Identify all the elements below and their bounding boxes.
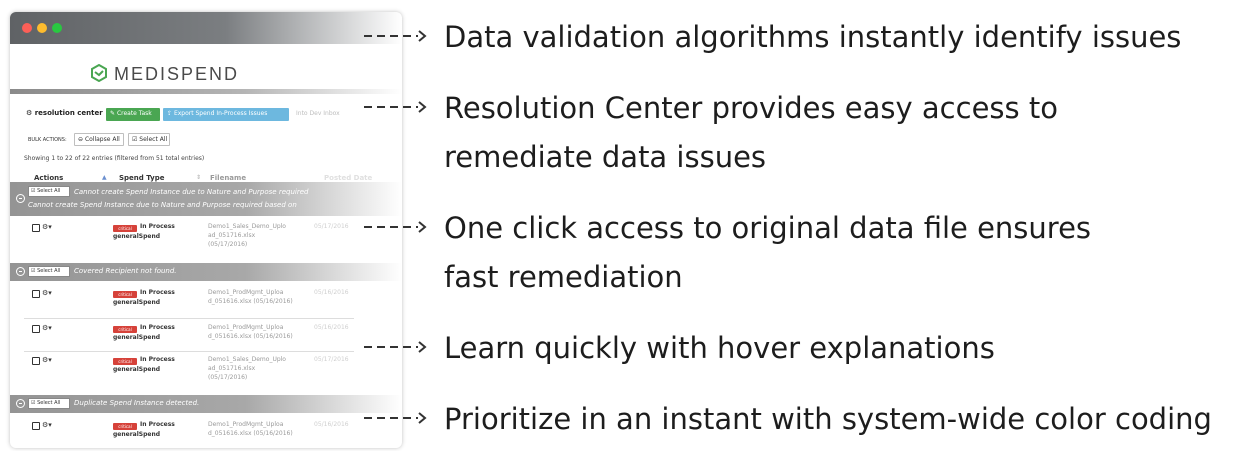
window-titlebar (10, 12, 402, 44)
maximize-window-button[interactable] (52, 23, 62, 33)
feature-callout: Data validation algorithms instantly ide… (364, 13, 1244, 63)
issue-group: ☑ Select All Duplicate Spend Instance de… (10, 395, 402, 413)
row-status: In Process (140, 223, 175, 230)
priority-badge: critical (113, 326, 137, 333)
table-row: ⚙▾ critical In Process generalSpend Demo… (10, 220, 402, 250)
dashed-arrow-icon (364, 341, 427, 353)
row-divider (24, 318, 354, 319)
row-gear-icon[interactable]: ⚙▾ (42, 289, 52, 297)
collapse-group-icon[interactable] (16, 267, 25, 276)
issue-group: ☑ Select All Covered Recipient not found… (10, 263, 402, 281)
row-spend-type: generalSpend (113, 431, 161, 438)
group-title: Duplicate Spend Instance detected. (74, 399, 200, 407)
row-filename-link[interactable]: Demo1_ProdMgmt_Uploa d_051616.xlsx (05/1… (208, 288, 293, 306)
dashed-arrow-icon (364, 30, 427, 42)
row-date: 05/16/2016 (314, 421, 349, 428)
header-actions[interactable]: Actions (34, 174, 63, 182)
feature-callout: Resolution Center provides easy access t… (364, 84, 1244, 182)
row-date: 05/17/2016 (314, 223, 349, 230)
row-filename-link[interactable]: Demo1_Sales_Demo_Uplo ad_051716.xlsx (05… (208, 355, 286, 382)
collapse-all-button[interactable]: ⊖ Collapse All (74, 133, 124, 146)
sort-icon[interactable]: ⇕ (196, 174, 201, 181)
app-window: MEDISPEND ⚙ resolution center ✎ Create T… (10, 12, 402, 448)
group-subtitle: Cannot create Spend Instance due to Natu… (28, 201, 297, 209)
feature-text: Learn quickly with hover explanations (444, 331, 995, 365)
feature-text: Prioritize in an instant with system-wid… (444, 402, 1212, 436)
row-date: 05/16/2016 (314, 324, 349, 331)
export-spend-button[interactable]: ⇪ Export Spend In-Process Issues (163, 108, 289, 121)
bulk-actions: BULK ACTIONS: ⊖ Collapse All ☑ Select Al… (26, 133, 226, 146)
row-status: In Process (140, 324, 175, 331)
feature-callout: One click access to original data file e… (364, 204, 1244, 302)
row-spend-type: generalSpend (113, 299, 161, 306)
table-row: ⚙▾ critical In Process generalSpend Demo… (10, 286, 402, 316)
feature-text: Data validation algorithms instantly ide… (444, 20, 1182, 54)
priority-badge: critical (113, 358, 137, 365)
close-window-button[interactable] (22, 23, 32, 33)
table-row: ⚙▾ critical In Process generalSpend Demo… (10, 418, 402, 448)
brand-header: MEDISPEND (10, 44, 402, 92)
dashed-arrow-icon (364, 221, 427, 233)
bulk-actions-label: BULK ACTIONS: (28, 137, 67, 143)
row-checkbox[interactable] (32, 422, 40, 430)
row-status: In Process (140, 421, 175, 428)
row-gear-icon[interactable]: ⚙▾ (42, 324, 52, 332)
feature-callout: Learn quickly with hover explanations (364, 324, 1244, 374)
entries-count: Showing 1 to 22 of 22 entries (filtered … (24, 155, 205, 162)
row-checkbox[interactable] (32, 290, 40, 298)
issue-group: ☑ Select All Cannot create Spend Instanc… (10, 182, 402, 216)
row-spend-type: generalSpend (113, 334, 161, 341)
row-filename-link[interactable]: Demo1_Sales_Demo_Uplo ad_051716.xlsx (05… (208, 222, 286, 249)
create-task-button[interactable]: ✎ Create Task (106, 108, 160, 121)
group-title: Cannot create Spend Instance due to Natu… (74, 188, 309, 196)
row-gear-icon[interactable]: ⚙▾ (42, 223, 52, 231)
row-status: In Process (140, 289, 175, 296)
select-all-button[interactable]: ☑ Select All (128, 133, 170, 146)
brand-name: MEDISPEND (114, 64, 240, 84)
row-date: 05/17/2016 (314, 356, 349, 363)
priority-badge: critical (113, 225, 137, 232)
group-select-all-button[interactable]: ☑ Select All (28, 398, 70, 409)
row-checkbox[interactable] (32, 325, 40, 333)
priority-badge: critical (113, 291, 137, 298)
header-divider (10, 89, 402, 94)
dashed-arrow-icon (364, 412, 427, 424)
group-select-all-button[interactable]: ☑ Select All (28, 266, 70, 277)
row-gear-icon[interactable]: ⚙▾ (42, 421, 52, 429)
row-gear-icon[interactable]: ⚙▾ (42, 356, 52, 364)
row-filename-link[interactable]: Demo1_ProdMgmt_Uploa d_051616.xlsx (05/1… (208, 420, 293, 438)
resolution-toolbar: ⚙ resolution center ✎ Create Task ⇪ Expo… (26, 108, 402, 122)
header-spend-type[interactable]: Spend Type (119, 174, 165, 182)
table-row: ⚙▾ critical In Process generalSpend Demo… (10, 353, 402, 383)
group-select-all-button[interactable]: ☑ Select All (28, 186, 70, 197)
row-filename-link[interactable]: Demo1_ProdMgmt_Uploa d_051616.xlsx (05/1… (208, 323, 293, 341)
priority-badge: critical (113, 423, 137, 430)
feature-callout: Prioritize in an instant with system-wid… (364, 395, 1244, 445)
medispend-logo-icon (91, 64, 107, 82)
dashed-arrow-icon (364, 101, 427, 113)
row-spend-type: generalSpend (113, 366, 161, 373)
feature-text: One click access to original data file e… (444, 211, 1092, 294)
row-divider (24, 351, 354, 352)
table-row: ⚙▾ critical In Process generalSpend Demo… (10, 321, 402, 351)
row-checkbox[interactable] (32, 357, 40, 365)
row-date: 05/16/2016 (314, 289, 349, 296)
minimize-window-button[interactable] (37, 23, 47, 33)
row-status: In Process (140, 356, 175, 363)
into-dev-inbox-button[interactable]: Into Dev Inbox (292, 108, 352, 121)
group-title: Covered Recipient not found. (74, 267, 177, 275)
row-spend-type: generalSpend (113, 233, 161, 240)
feature-text: Resolution Center provides easy access t… (444, 91, 1058, 174)
collapse-group-icon[interactable] (16, 194, 25, 203)
row-checkbox[interactable] (32, 224, 40, 232)
header-filename[interactable]: Filename (210, 174, 246, 182)
collapse-group-icon[interactable] (16, 399, 25, 408)
resolution-center-title: ⚙ resolution center (26, 109, 103, 117)
sort-asc-icon[interactable]: ▲ (102, 174, 107, 181)
